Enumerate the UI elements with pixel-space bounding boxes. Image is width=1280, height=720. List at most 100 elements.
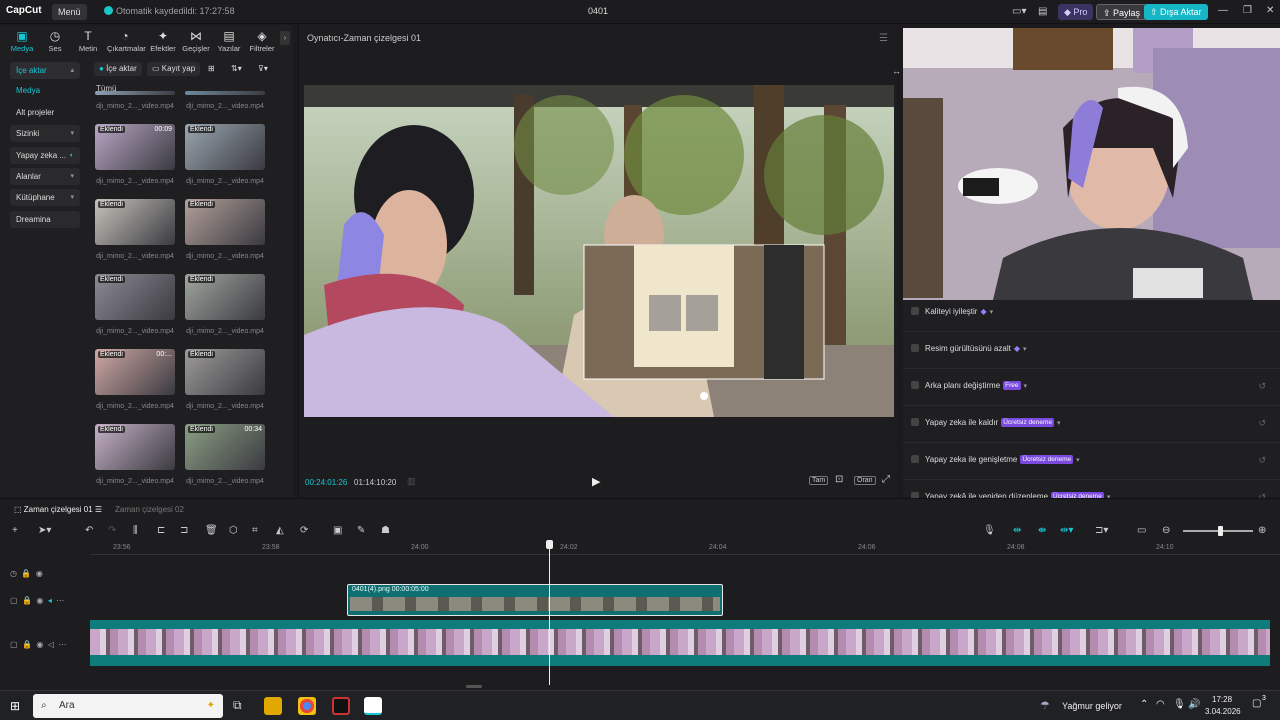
media-thumbnail[interactable]	[95, 91, 175, 95]
sidebar-item-dreamina[interactable]: Dreamina	[10, 211, 80, 228]
playhead[interactable]	[549, 547, 550, 685]
main-video-clip[interactable]	[90, 620, 1270, 666]
resize-handle-icon[interactable]: ↔	[892, 66, 901, 76]
minimize-icon[interactable]: —	[1218, 5, 1228, 16]
feature-row[interactable]: Yapay zeka ile kaldır Ücretsiz deneme ▾	[911, 414, 1061, 432]
reset-icon[interactable]: ↺	[1258, 381, 1266, 392]
split-icon[interactable]: ⫼	[133, 525, 138, 536]
media-thumbnail[interactable]: Eklendi 00:34	[185, 424, 265, 470]
link-icon[interactable]: ⇹▾	[1060, 525, 1073, 536]
obs-icon[interactable]	[332, 697, 350, 715]
filter-sort-icon[interactable]: ⊽▾	[253, 62, 273, 76]
close-icon[interactable]: ✕	[1266, 5, 1274, 16]
reset-icon[interactable]: ↺	[1258, 455, 1266, 466]
zoom-in-icon[interactable]: ⊕	[1258, 525, 1266, 536]
grid-view-icon[interactable]: ⊞	[203, 62, 220, 76]
cutout-icon[interactable]: ☗	[381, 525, 390, 536]
track-controls-2[interactable]: ▢ 🔒 ◉ ◂ ⋯	[10, 596, 64, 605]
mic-tray-icon[interactable]: 🎙	[1173, 699, 1186, 710]
windows-start-icon[interactable]: ⊞	[10, 699, 20, 713]
media-thumbnail[interactable]: Eklendi 00:09	[95, 124, 175, 170]
media-thumbnail[interactable]: Eklendi	[185, 199, 265, 245]
add-track-icon[interactable]: +	[12, 525, 18, 536]
shortcut-icon[interactable]: ▤	[1038, 6, 1047, 17]
undo-icon[interactable]: ↶	[85, 525, 93, 536]
fullscreen-quality-button[interactable]: Tam	[809, 476, 829, 485]
mic-icon[interactable]: 🎙	[983, 525, 996, 536]
rotate-icon[interactable]: ⟳	[300, 525, 308, 536]
sidebar-item-import[interactable]: İçe aktar ▴	[10, 62, 80, 79]
track-controls-1[interactable]: ◷ 🔒 ◉	[10, 569, 43, 578]
pro-button[interactable]: ◆ Pro	[1058, 4, 1094, 20]
feature-row[interactable]: Resim gürültüsünü azalt ◆ ▾	[911, 340, 1027, 358]
play-button[interactable]: ▶	[592, 475, 600, 488]
checkbox[interactable]	[911, 455, 919, 463]
tab-timeline-02[interactable]: Zaman çizelgesi 02	[115, 505, 184, 514]
tab-media[interactable]: ▣ Medya	[4, 29, 40, 53]
video-preview[interactable]	[304, 85, 894, 417]
checkbox[interactable]	[911, 381, 919, 389]
sidebar-item-spaces[interactable]: Alanlar ▾	[10, 168, 80, 185]
crop-icon[interactable]: ⊡	[835, 474, 843, 485]
media-thumbnail[interactable]: Eklendi	[95, 199, 175, 245]
reset-icon[interactable]: ↺	[1258, 418, 1266, 429]
sidebar-item-media[interactable]: Medya	[10, 82, 80, 99]
crop-tool-icon[interactable]: ⌗	[252, 525, 258, 536]
tab-filters[interactable]: ◈ Filtreler	[244, 29, 280, 53]
zoom-out-icon[interactable]: ⊖	[1162, 525, 1170, 536]
tab-audio[interactable]: ◷ Ses	[37, 29, 73, 53]
record-chip[interactable]: ▭ Kayıt yap	[147, 62, 201, 76]
redo-icon[interactable]: ↷	[108, 525, 116, 536]
preview-axis-icon[interactable]: ⊐▾	[1095, 525, 1108, 536]
mirror-icon[interactable]: ◭	[276, 525, 284, 536]
chevron-down-icon[interactable]: ▾	[1024, 383, 1028, 390]
media-thumbnail[interactable]: Eklendi	[95, 274, 175, 320]
link-main-icon[interactable]: ⇹	[1013, 525, 1021, 536]
export-button[interactable]: ⇧ Dışa Aktar	[1144, 4, 1208, 20]
search-input[interactable]: ⌕ Ara ✦	[33, 694, 223, 718]
marker-icon[interactable]: ⬡	[229, 525, 238, 536]
feature-row[interactable]: Kaliteyi iyileştir ◆ ▾	[911, 303, 993, 321]
feature-row[interactable]: Yapay zeka ile genişletme Ücretsiz deneme…	[911, 451, 1080, 469]
task-view-icon[interactable]: ⧉	[233, 698, 242, 713]
expand-icon[interactable]: ⤢	[882, 474, 890, 485]
media-thumbnail[interactable]: Eklendi	[185, 349, 265, 395]
sort-icon[interactable]: ⇅▾	[226, 62, 247, 76]
tab-captions[interactable]: ▤ Yazılar	[211, 29, 247, 53]
sidebar-item-ai[interactable]: Yapay zeka ... ◐	[10, 147, 80, 164]
caption-icon[interactable]: ▭	[1137, 525, 1146, 536]
media-thumbnail[interactable]	[185, 91, 265, 95]
ratio-button[interactable]: Oran	[854, 476, 876, 485]
magnet-icon[interactable]: ⇼	[1038, 525, 1046, 536]
media-thumbnail[interactable]: Eklendi 00:...	[95, 349, 175, 395]
chevron-down-icon[interactable]: ▾	[1023, 346, 1027, 353]
timeline-scrollbar[interactable]	[466, 685, 482, 688]
weather-text[interactable]: Yağmur geliyor	[1062, 701, 1122, 711]
chevron-down-icon[interactable]: ▾	[1057, 420, 1061, 427]
checkbox[interactable]	[911, 344, 919, 352]
chrome-icon[interactable]	[298, 697, 316, 715]
media-thumbnail[interactable]: Eklendi	[185, 124, 265, 170]
menu-button[interactable]: Menü	[52, 4, 87, 20]
tab-timeline-01[interactable]: ⬚ Zaman çizelgesi 01 ☰	[14, 505, 102, 514]
waveform-icon[interactable]: ▥	[407, 476, 416, 487]
checkbox[interactable]	[911, 418, 919, 426]
sidebar-item-library[interactable]: Kütüphane ▾	[10, 189, 80, 206]
layout-icon[interactable]: ▭▾	[1012, 6, 1026, 17]
capcut-taskbar-icon[interactable]	[364, 697, 382, 715]
more-tabs-icon[interactable]: ›	[280, 31, 290, 45]
overlay-clip[interactable]: 0401(4).png 00:00:05:00	[347, 584, 723, 616]
clock-time[interactable]: 17:28	[1212, 695, 1232, 704]
freeze-icon[interactable]: ▣	[333, 525, 342, 536]
speaker-icon[interactable]: 🔊	[1188, 699, 1200, 710]
track-controls-main[interactable]: ▢ 🔒 ◉ ◁ ⋯	[10, 640, 66, 649]
playhead-handle[interactable]	[546, 540, 553, 549]
ai-magic-icon[interactable]: ✎	[357, 525, 365, 536]
zoom-handle[interactable]	[1218, 526, 1223, 536]
select-tool-icon[interactable]: ➤▾	[38, 525, 51, 536]
notification-icon[interactable]: ▢	[1252, 698, 1261, 709]
player-menu-icon[interactable]: ☰	[879, 33, 888, 44]
tab-effects[interactable]: ✦ Efektler	[145, 29, 181, 53]
clock-date[interactable]: 3.04.2026	[1205, 707, 1241, 716]
import-chip[interactable]: ● İçe aktar	[94, 62, 142, 76]
